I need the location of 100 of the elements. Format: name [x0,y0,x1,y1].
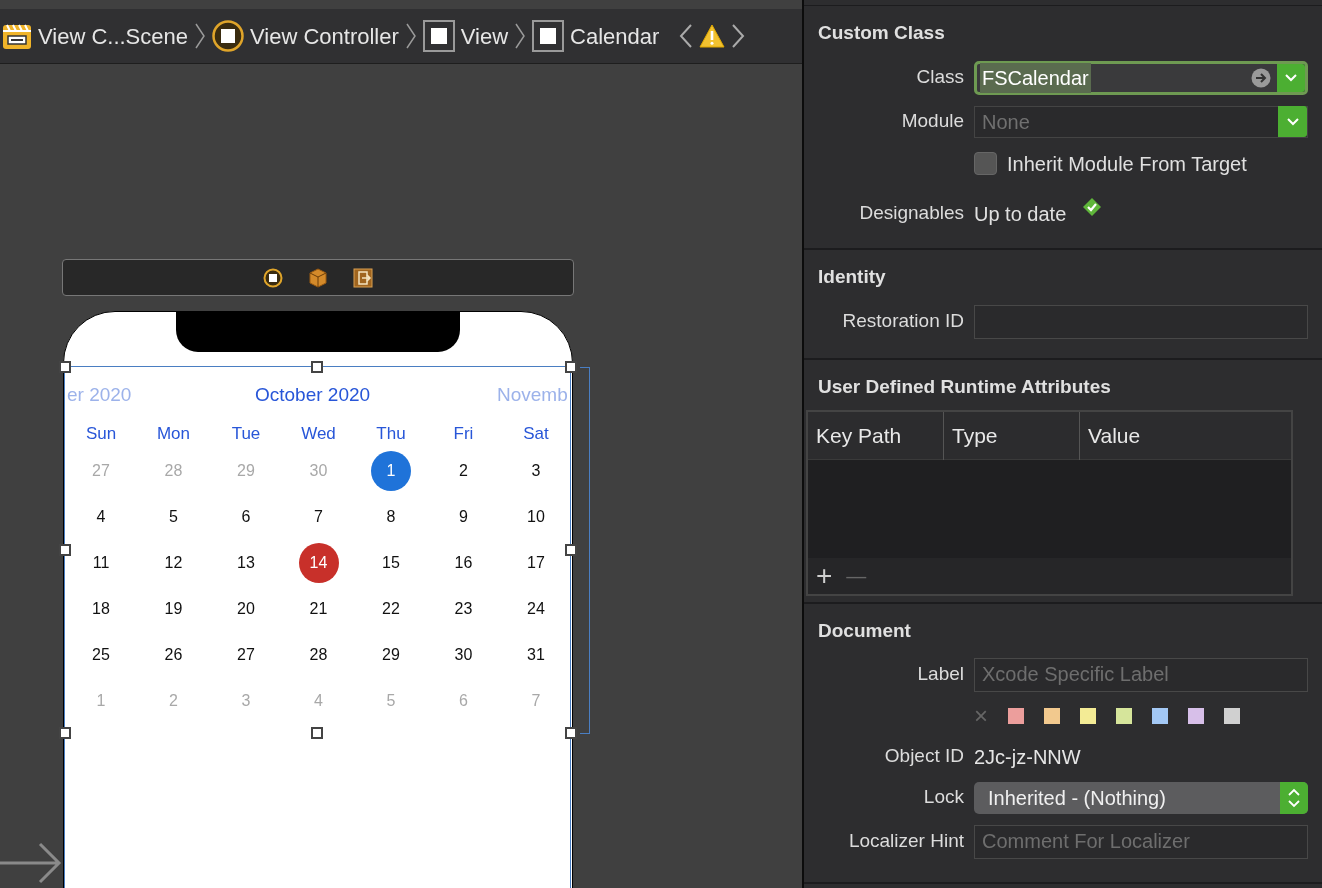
field-label: Lock [922,785,964,810]
entry-arrow-icon [0,840,62,886]
chevron-icon [514,22,527,50]
calendar-day[interactable]: 17 [516,543,556,583]
calendar-day[interactable]: 8 [371,497,411,537]
lock-popup[interactable]: Inherited - (Nothing) [974,781,1308,814]
column-header[interactable]: Key Path [808,411,944,460]
chevron-icon [194,22,206,50]
calendar-day[interactable]: 7 [298,497,339,537]
calendar-day[interactable]: 18 [81,589,121,629]
resize-handle[interactable] [59,544,71,556]
chevron-down-icon [1285,73,1297,82]
field-label: Label [916,662,964,687]
cube-icon[interactable] [309,267,327,288]
calendar-day[interactable]: 10 [516,497,556,537]
restoration-id-field[interactable] [974,304,1308,339]
calendar-day[interactable]: 30 [443,635,484,675]
calendar-day[interactable]: 24 [516,589,556,629]
breadcrumb-item[interactable]: View Controller [250,19,399,53]
calendar-day[interactable]: 22 [371,589,411,629]
calendar-day[interactable]: 25 [81,635,121,675]
calendar-day[interactable]: 23 [443,589,484,629]
up-down-chevron-icon [1288,787,1300,808]
resize-handle[interactable] [59,361,71,373]
status-text: Up to date [974,201,1067,227]
label-field[interactable]: Xcode Specific Label [974,657,1308,692]
back-icon[interactable] [679,23,694,49]
field-label: Restoration ID [841,309,964,334]
resize-handle[interactable] [59,727,71,739]
add-button[interactable]: + [816,561,833,590]
resize-handle[interactable] [565,727,577,739]
calendar-day[interactable]: 6 [226,497,266,537]
breadcrumb-item[interactable]: View [460,19,509,53]
calendar-day[interactable]: 27 [226,635,266,675]
weekday-label: Sun [84,423,118,445]
breadcrumb-item[interactable]: View C...Scene [38,19,188,53]
resize-handle[interactable] [311,361,323,373]
calendar-day[interactable]: 31 [516,635,556,675]
view-controller-icon [212,20,244,52]
label-color-swatch[interactable] [1008,707,1024,724]
weekday-label: Tue [230,423,262,445]
checkbox-label[interactable]: Inherit Module From Target [1007,148,1247,179]
forward-icon[interactable] [731,23,746,49]
calendar-day[interactable]: 19 [153,589,194,629]
view-icon [422,20,455,52]
weekday-label: Fri [452,423,475,445]
exit-icon[interactable] [353,267,373,288]
chevron-down-icon [1286,117,1299,126]
calendar-day[interactable]: 13 [226,543,266,583]
calendar-day[interactable]: 5 [153,497,194,537]
label-color-swatch[interactable] [1116,707,1132,724]
calendar-day[interactable]: 12 [153,543,194,583]
warning-icon[interactable] [699,24,726,48]
calendar-day[interactable]: 21 [298,589,339,629]
field-label: Object ID [883,744,964,769]
weekday-label: Thu [375,423,407,445]
field-label: Class [915,65,964,90]
dropdown-button[interactable] [1277,63,1305,92]
view-controller-icon[interactable] [263,267,283,288]
label-color-swatch[interactable] [1224,707,1240,724]
month-title: October 2020 [255,383,371,407]
checkmark-icon [1082,196,1103,217]
calendar-day[interactable]: 29 [371,635,411,675]
class-field[interactable]: FSCalendar [974,60,1308,95]
resize-handle[interactable] [565,544,577,556]
calendar-day[interactable]: 28 [298,635,339,675]
label-color-swatch[interactable] [1188,707,1204,724]
weekday-label: Mon [155,423,192,445]
calendar-day[interactable]: 2 [443,451,484,491]
calendar-day[interactable]: 11 [81,543,121,583]
calendar-day[interactable]: 3 [516,451,556,491]
breadcrumb-item[interactable]: Calendar [570,19,660,53]
section-title: Document [818,619,912,643]
previous-month-label: er 2020 [67,383,132,407]
chevron-icon [404,22,417,50]
view-icon [532,20,565,52]
weekday-label: Wed [300,423,337,445]
column-header[interactable]: Value [1080,411,1291,460]
section-title: Custom Class [818,21,946,45]
resize-handle[interactable] [311,727,323,739]
stepper-button[interactable] [1280,781,1308,814]
calendar-day[interactable]: 26 [153,635,194,675]
resize-handle[interactable] [565,361,577,373]
section-title: Identity [818,265,887,289]
calendar-day[interactable]: 16 [443,543,484,583]
calendar-day[interactable]: 20 [226,589,266,629]
column-header[interactable]: Type [944,411,1080,460]
next-month-label: Novemb [497,383,568,407]
calendar-day[interactable]: 9 [443,497,484,537]
label-color-swatch[interactable] [1152,707,1168,724]
field-label: Localizer Hint [847,829,964,854]
object-id-value: 2Jc-jz-NNW [974,744,1081,770]
label-color-swatch[interactable] [1044,707,1060,724]
checkbox[interactable] [974,152,997,175]
field-label: Module [900,109,964,134]
label-color-swatch[interactable] [1080,707,1096,724]
section-title: User Defined Runtime Attributes [818,375,1112,399]
calendar-day[interactable]: 4 [81,497,121,537]
calendar-day[interactable]: 15 [371,543,411,583]
localizer-hint-field[interactable]: Comment For Localizer [974,824,1308,859]
